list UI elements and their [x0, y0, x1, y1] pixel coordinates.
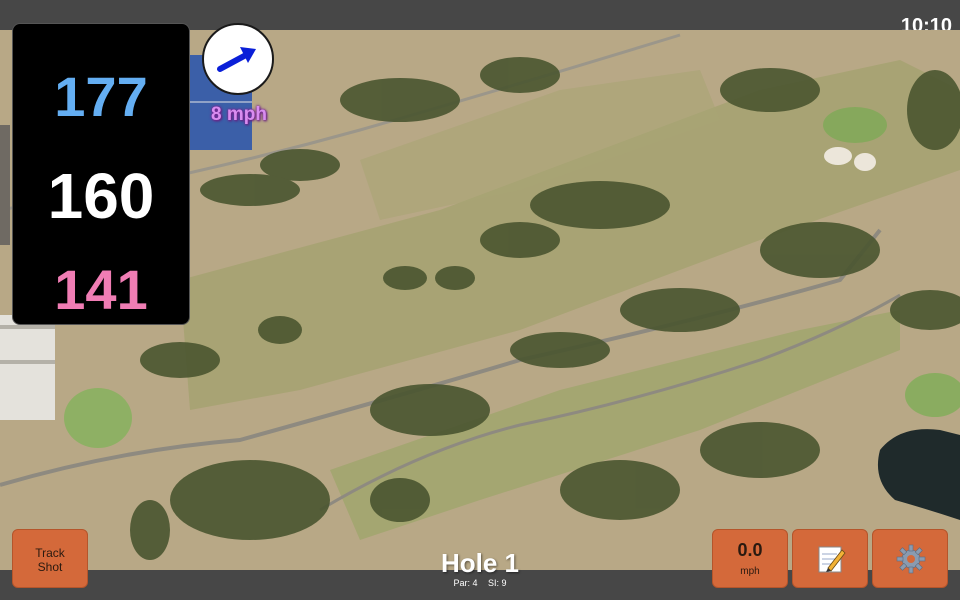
speed-value: 0.0 [737, 540, 763, 560]
stroke-index-label: SI: 9 [488, 578, 507, 588]
wind-speed-label: 8 mph [211, 104, 267, 125]
hole-title[interactable]: Hole 1 [380, 548, 580, 578]
track-shot-label-line2: Shot [37, 560, 63, 574]
notepad-icon [818, 546, 846, 573]
middle-distance: 160 [47, 160, 155, 232]
settings-button[interactable] [872, 529, 948, 588]
distance-panel: 177 160 141 [12, 23, 190, 325]
par-label: Par: 4 [453, 578, 478, 588]
wind-indicator [202, 23, 274, 95]
speed-button[interactable]: 0.0 mph [712, 529, 788, 588]
gear-icon [896, 544, 926, 574]
wind-arrow-icon [217, 47, 256, 72]
scorecard-notes-button[interactable] [792, 529, 868, 588]
front-distance: 141 [54, 258, 148, 321]
track-shot-button[interactable]: Track Shot [12, 529, 88, 588]
hole-info: Par: 4 SI: 9 [380, 577, 580, 589]
back-distance: 177 [54, 65, 148, 128]
speed-unit: mph [740, 566, 760, 577]
track-shot-label-line1: Track [35, 546, 65, 560]
